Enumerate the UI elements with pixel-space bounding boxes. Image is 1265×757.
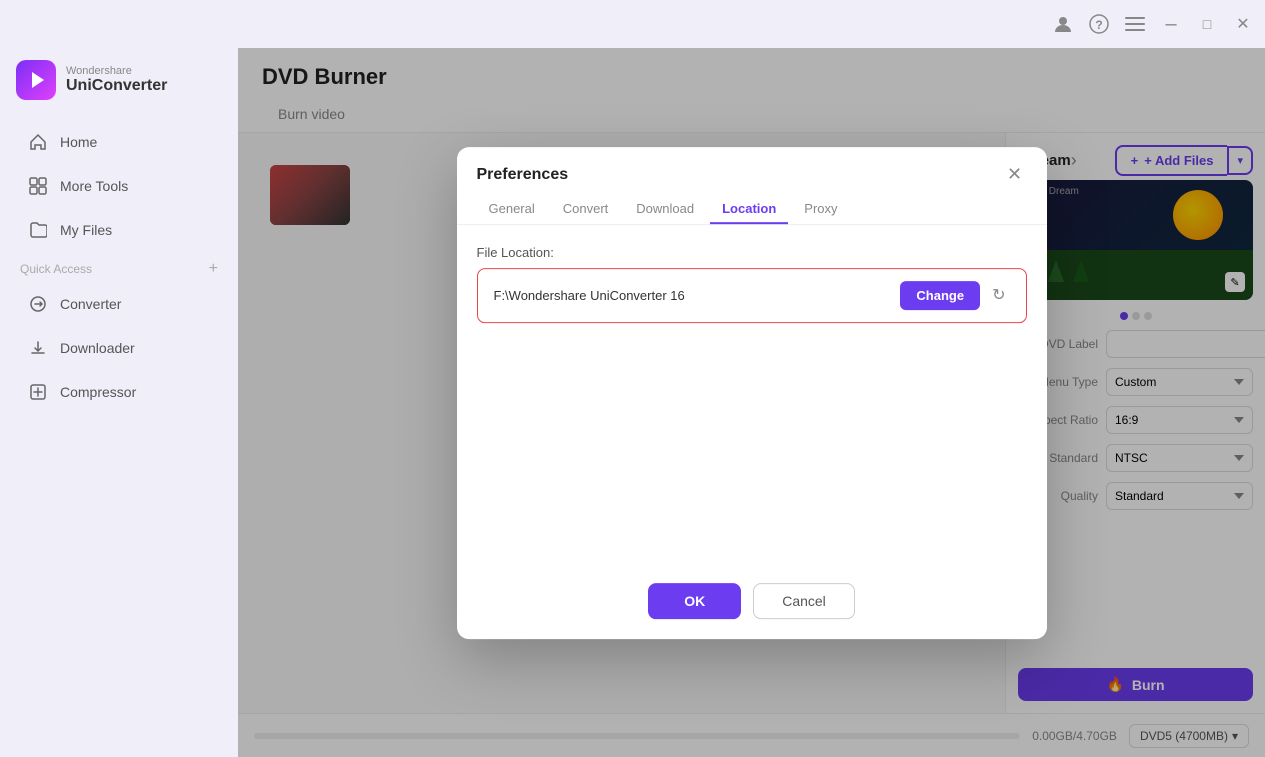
- logo-text: Wondershare UniConverter: [66, 65, 167, 95]
- close-button[interactable]: ✕: [1233, 14, 1253, 34]
- dialog-header: Preferences ✕: [457, 147, 1047, 187]
- svg-text:?: ?: [1095, 18, 1102, 32]
- change-location-button[interactable]: Change: [900, 281, 980, 310]
- minimize-button[interactable]: –: [1161, 14, 1181, 34]
- dialog-tab-download[interactable]: Download: [624, 195, 706, 224]
- sidebar-item-more-tools[interactable]: More Tools: [8, 166, 230, 206]
- title-bar-controls: ? – □ ✕: [1053, 14, 1253, 34]
- compressor-icon: [28, 382, 48, 402]
- refresh-location-button[interactable]: ↻: [988, 281, 1009, 309]
- cancel-button[interactable]: Cancel: [753, 583, 855, 619]
- converter-icon: [28, 294, 48, 314]
- dialog-tab-location[interactable]: Location: [710, 195, 788, 224]
- my-files-icon: [28, 220, 48, 240]
- quick-access-section: Quick Access +: [0, 252, 238, 282]
- dialog-tab-convert[interactable]: Convert: [551, 195, 621, 224]
- quick-access-label: Quick Access: [20, 262, 92, 276]
- sidebar-item-more-tools-label: More Tools: [60, 178, 128, 194]
- sidebar-item-my-files-label: My Files: [60, 222, 112, 238]
- title-bar: ? – □ ✕: [0, 0, 1265, 48]
- logo-name: UniConverter: [66, 77, 167, 95]
- dialog-spacer: [457, 343, 1047, 563]
- dialog-body: File Location: Change ↻: [457, 225, 1047, 343]
- file-location-box: Change ↻: [477, 268, 1027, 323]
- maximize-button[interactable]: □: [1197, 14, 1217, 34]
- main-content: DVD Burner Burn video ‹ Dream: [238, 48, 1265, 757]
- preferences-dialog: Preferences ✕ General Convert Download L…: [457, 147, 1047, 639]
- app-logo: [16, 60, 56, 100]
- sidebar-item-compressor[interactable]: Compressor: [8, 372, 230, 412]
- downloader-icon: [28, 338, 48, 358]
- dialog-title: Preferences: [477, 166, 569, 184]
- sidebar-item-compressor-label: Compressor: [60, 384, 136, 400]
- sidebar-item-home[interactable]: Home: [8, 122, 230, 162]
- quick-access-add[interactable]: +: [209, 260, 218, 278]
- sidebar-item-downloader[interactable]: Downloader: [8, 328, 230, 368]
- sidebar-item-home-label: Home: [60, 134, 97, 150]
- sidebar-item-converter-label: Converter: [60, 296, 121, 312]
- dialog-footer: OK Cancel: [457, 563, 1047, 639]
- dialog-tab-general[interactable]: General: [477, 195, 547, 224]
- sidebar-item-downloader-label: Downloader: [60, 340, 135, 356]
- dialog-tab-proxy[interactable]: Proxy: [792, 195, 849, 224]
- ok-button[interactable]: OK: [648, 583, 741, 619]
- dialog-tabs: General Convert Download Location Proxy: [457, 187, 1047, 225]
- more-tools-icon: [28, 176, 48, 196]
- sidebar-item-converter[interactable]: Converter: [8, 284, 230, 324]
- logo-area: Wondershare UniConverter: [0, 48, 238, 120]
- logo-brand: Wondershare: [66, 65, 167, 77]
- help-icon[interactable]: ?: [1089, 14, 1109, 34]
- app-layout: Wondershare UniConverter Home Mo: [0, 48, 1265, 757]
- dialog-close-button[interactable]: ✕: [1003, 163, 1027, 187]
- sidebar-item-my-files[interactable]: My Files: [8, 210, 230, 250]
- sidebar: Wondershare UniConverter Home Mo: [0, 48, 238, 757]
- menu-icon[interactable]: [1125, 14, 1145, 34]
- file-location-input[interactable]: [494, 288, 893, 303]
- file-location-label: File Location:: [477, 245, 1027, 260]
- home-icon: [28, 132, 48, 152]
- user-icon[interactable]: [1053, 14, 1073, 34]
